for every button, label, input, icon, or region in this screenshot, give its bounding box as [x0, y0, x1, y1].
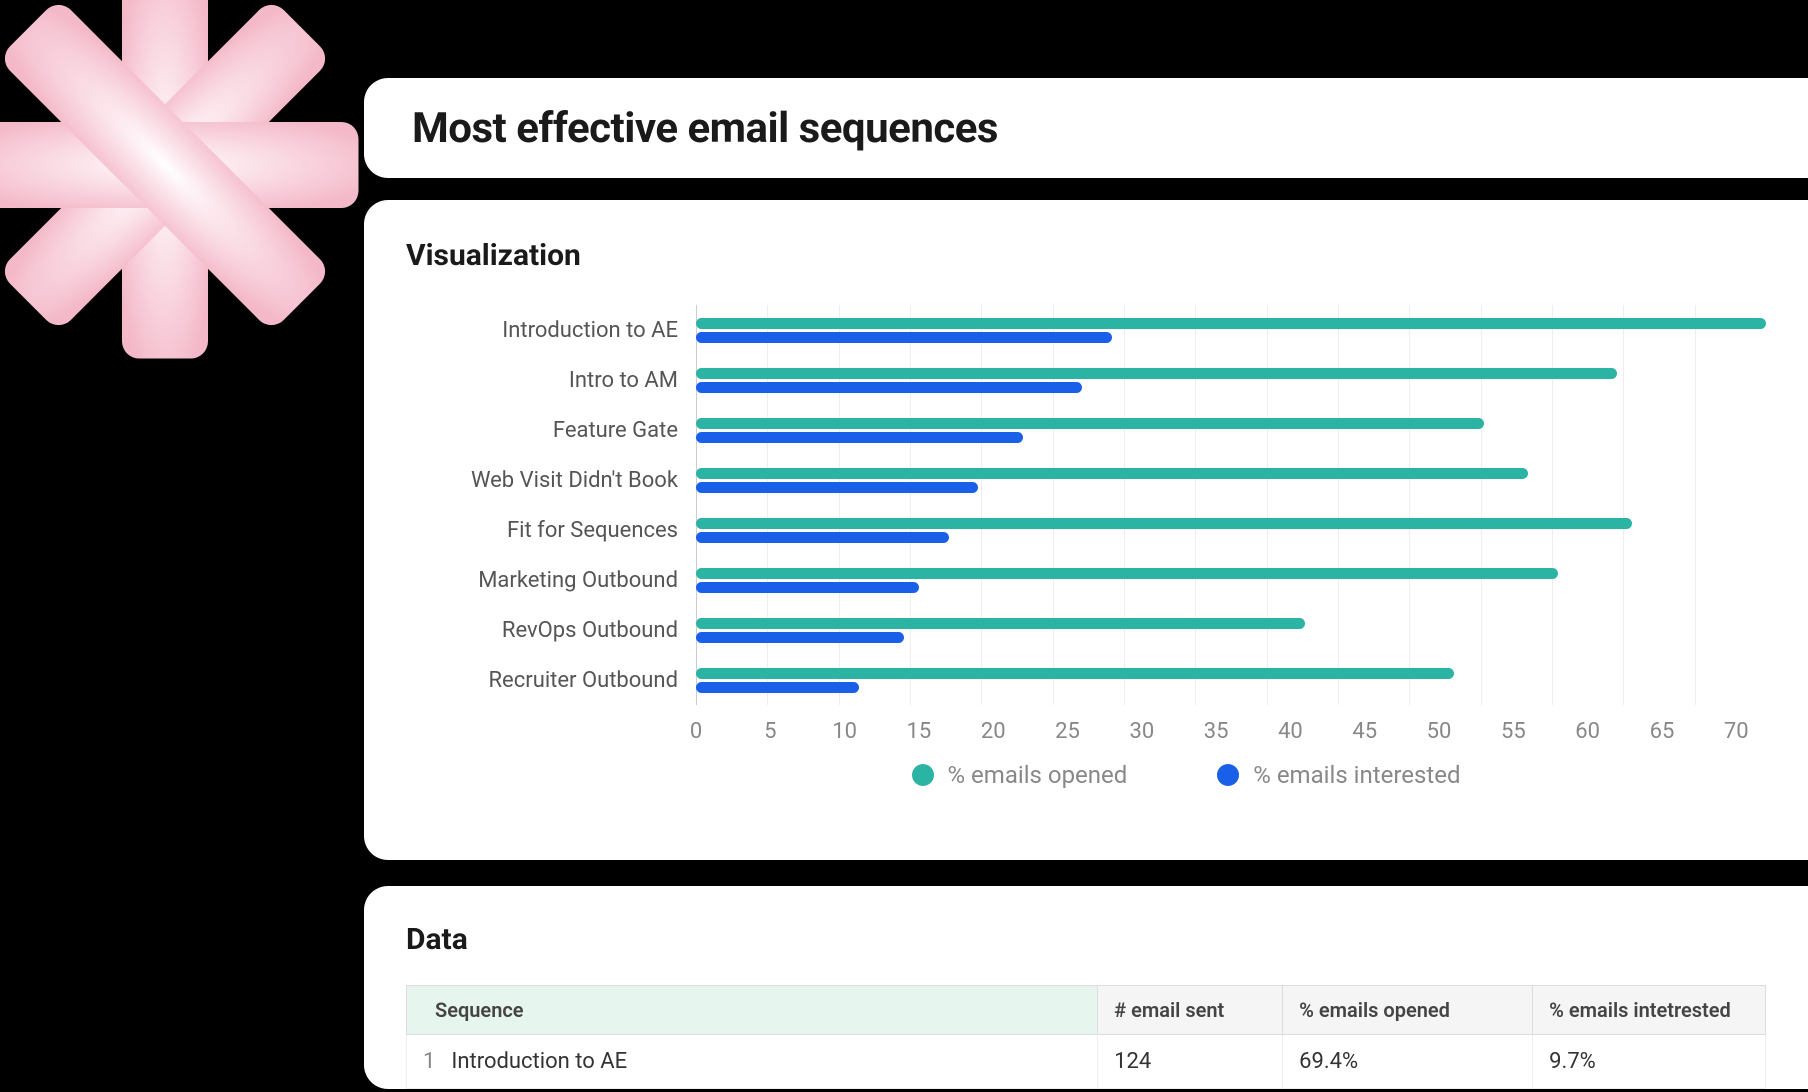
- cell-interested: 9.7%: [1533, 1035, 1766, 1089]
- legend-label: % emails interested: [1253, 761, 1460, 789]
- chart-row-label: Marketing Outbound: [406, 568, 696, 593]
- col-interested: % emails intetrested: [1533, 986, 1766, 1035]
- chart-row-label: Intro to AM: [406, 368, 696, 393]
- bar-opened: [696, 618, 1305, 629]
- table-header-row: Sequence # email sent % emails opened % …: [407, 986, 1766, 1035]
- chart-row: RevOps Outbound: [406, 605, 1766, 655]
- visualization-card: Visualization Introduction to AE Intro to…: [364, 200, 1808, 860]
- x-tick: 5: [764, 719, 776, 744]
- chart-legend: % emails opened % emails interested: [606, 761, 1766, 789]
- col-sequence: Sequence: [407, 986, 1098, 1035]
- x-tick: 70: [1724, 719, 1749, 744]
- chart-row-label: Web Visit Didn't Book: [406, 468, 696, 493]
- data-table: Sequence # email sent % emails opened % …: [406, 985, 1766, 1089]
- x-tick: 45: [1352, 719, 1377, 744]
- bar-interested: [696, 332, 1112, 343]
- chart-row: Feature Gate: [406, 405, 1766, 455]
- col-sent: # email sent: [1098, 986, 1283, 1035]
- page-title: Most effective email sequences: [412, 104, 998, 153]
- x-tick: 0: [690, 719, 702, 744]
- decoration-asterisk: [0, 0, 380, 380]
- chart-row-label: Introduction to AE: [406, 318, 696, 343]
- chart-row: Intro to AM: [406, 355, 1766, 405]
- chart-row-label: Fit for Sequences: [406, 518, 696, 543]
- table-row: 1Introduction to AE12469.4%9.7%: [407, 1035, 1766, 1089]
- chart-row: Web Visit Didn't Book: [406, 455, 1766, 505]
- data-card: Data Sequence # email sent % emails open…: [364, 886, 1808, 1089]
- title-card: Most effective email sequences: [364, 78, 1808, 178]
- bar-opened: [696, 518, 1632, 529]
- x-tick: 50: [1427, 719, 1452, 744]
- chart-row-label: RevOps Outbound: [406, 618, 696, 643]
- legend-item-opened: % emails opened: [912, 761, 1128, 789]
- legend-label: % emails opened: [948, 761, 1128, 789]
- cell-sequence: Introduction to AE: [443, 1035, 1097, 1089]
- row-index: 1: [407, 1035, 444, 1089]
- chart-row: Fit for Sequences: [406, 505, 1766, 555]
- bar-interested: [696, 532, 949, 543]
- x-tick: 20: [981, 719, 1006, 744]
- x-tick: 60: [1575, 719, 1600, 744]
- chart-row: Recruiter Outbound: [406, 655, 1766, 705]
- chart: Introduction to AE Intro to AM Feature Gat…: [406, 305, 1766, 789]
- chart-row-label: Feature Gate: [406, 418, 696, 443]
- x-tick: 65: [1650, 719, 1675, 744]
- bar-interested: [696, 382, 1082, 393]
- col-opened: % emails opened: [1283, 986, 1533, 1035]
- cell-opened: 69.4%: [1283, 1035, 1533, 1089]
- bar-interested: [696, 682, 859, 693]
- bar-interested: [696, 482, 978, 493]
- cell-sent: 124: [1098, 1035, 1283, 1089]
- data-heading: Data: [406, 922, 1766, 957]
- x-tick: 35: [1204, 719, 1229, 744]
- chart-row-label: Recruiter Outbound: [406, 668, 696, 693]
- bar-opened: [696, 668, 1454, 679]
- legend-dot-icon: [912, 764, 934, 786]
- bar-opened: [696, 568, 1558, 579]
- bar-interested: [696, 632, 904, 643]
- legend-item-interested: % emails interested: [1217, 761, 1460, 789]
- x-tick: 30: [1129, 719, 1154, 744]
- x-tick: 55: [1501, 719, 1526, 744]
- bar-interested: [696, 432, 1023, 443]
- bar-interested: [696, 582, 919, 593]
- x-tick: 25: [1055, 719, 1080, 744]
- chart-row: Introduction to AE: [406, 305, 1766, 355]
- bar-opened: [696, 468, 1528, 479]
- bar-opened: [696, 368, 1617, 379]
- visualization-heading: Visualization: [406, 238, 1766, 273]
- bar-opened: [696, 318, 1766, 329]
- chart-row: Marketing Outbound: [406, 555, 1766, 605]
- x-tick: 40: [1278, 719, 1303, 744]
- legend-dot-icon: [1217, 764, 1239, 786]
- bar-opened: [696, 418, 1484, 429]
- x-tick: 15: [907, 719, 932, 744]
- x-tick: 10: [832, 719, 857, 744]
